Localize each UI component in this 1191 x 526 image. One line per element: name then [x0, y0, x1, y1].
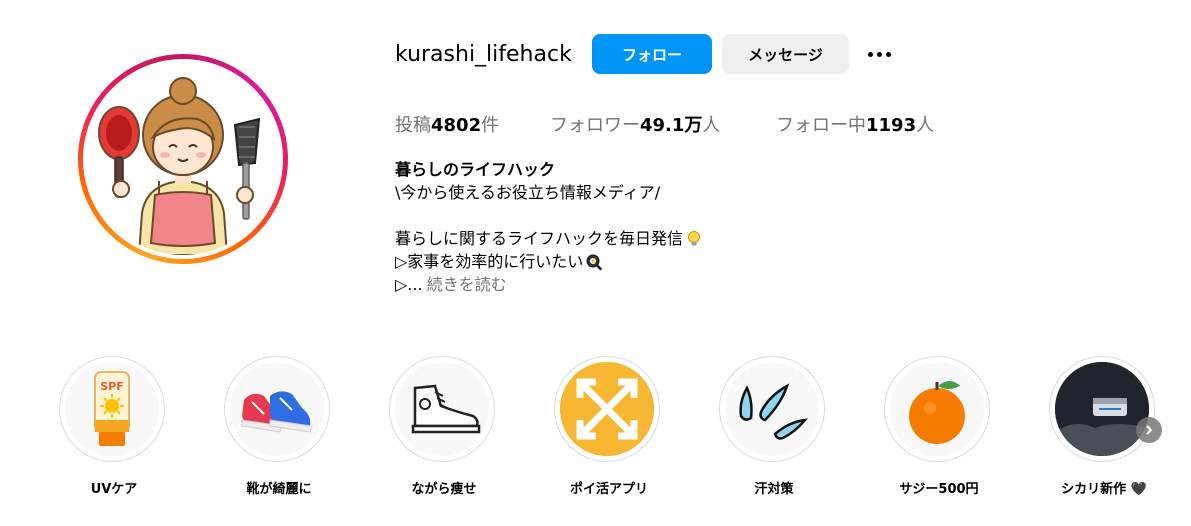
highlight-cover: SPF	[59, 356, 165, 462]
sunscreen-icon: SPF	[94, 371, 130, 446]
bio-line: ▷家事を効率的に行いたい	[395, 250, 703, 273]
bio-line: ▷... 続きを読む	[395, 273, 703, 296]
highlight-label: 靴が綺麗に	[246, 482, 312, 497]
cosmetic-jar-icon	[1055, 362, 1149, 456]
bio-line: 暮らしに関するライフハックを毎日発信	[395, 227, 703, 250]
avatar-border	[83, 59, 283, 259]
hightop-shoe-icon	[411, 384, 481, 434]
message-button[interactable]: メッセージ	[722, 34, 849, 74]
bio-blank-line	[395, 204, 703, 227]
highlight-label: サジー500円	[899, 482, 979, 497]
highlight-cover	[1049, 356, 1155, 462]
poikatsu-app-icon	[560, 362, 654, 456]
bio-text: ▷...	[395, 275, 423, 294]
read-more-link[interactable]: 続きを読む	[427, 273, 507, 296]
stat-following[interactable]: フォロー中1193人	[776, 111, 934, 137]
stat-followers[interactable]: フォロワー49.1万人	[550, 111, 720, 137]
profile-display-name: 暮らしのライフハック	[395, 160, 556, 179]
follow-button[interactable]: フォロー	[592, 34, 712, 74]
orange-icon	[909, 381, 965, 444]
more-options-icon[interactable]	[864, 42, 894, 66]
profile-bio: 暮らしのライフハック \今から使えるお役立ち情報メディア/ 暮らしに関するライフ…	[395, 158, 703, 296]
svg-text:SPF: SPF	[100, 380, 124, 393]
sneakers-icon	[241, 391, 313, 433]
bio-text: 暮らしに関するライフハックを毎日発信	[395, 229, 684, 248]
bio-text: ▷家事を効率的に行いたい	[395, 252, 584, 271]
highlight-cover	[554, 356, 660, 462]
bio-line: \今から使えるお役立ち情報メディア/	[395, 183, 661, 202]
highlight-cover	[389, 356, 495, 462]
profile-username: kurashi_lifehack	[395, 42, 572, 67]
housewife-illustration-icon	[98, 77, 261, 255]
highlight-label: ポイ活アプリ	[569, 482, 648, 497]
avatar-illustration	[87, 63, 279, 255]
stat-posts: 投稿4802件	[395, 115, 500, 136]
highlight-cover	[884, 356, 990, 462]
highlights-next-button[interactable]	[1136, 417, 1162, 443]
highlight-label: ながら痩せ	[411, 482, 477, 497]
profile-avatar[interactable]	[78, 54, 288, 264]
chevron-right-icon	[1146, 425, 1153, 435]
frying-pan-icon	[586, 254, 603, 270]
highlight-label: UVケア	[90, 482, 138, 497]
highlight-cover	[719, 356, 825, 462]
highlight-label: シカリ新作 🖤	[1061, 482, 1147, 497]
highlight-label: 汗対策	[754, 482, 794, 497]
highlight-cover	[224, 356, 330, 462]
sweat-drops-icon	[739, 383, 808, 440]
lightbulb-icon	[688, 230, 701, 245]
